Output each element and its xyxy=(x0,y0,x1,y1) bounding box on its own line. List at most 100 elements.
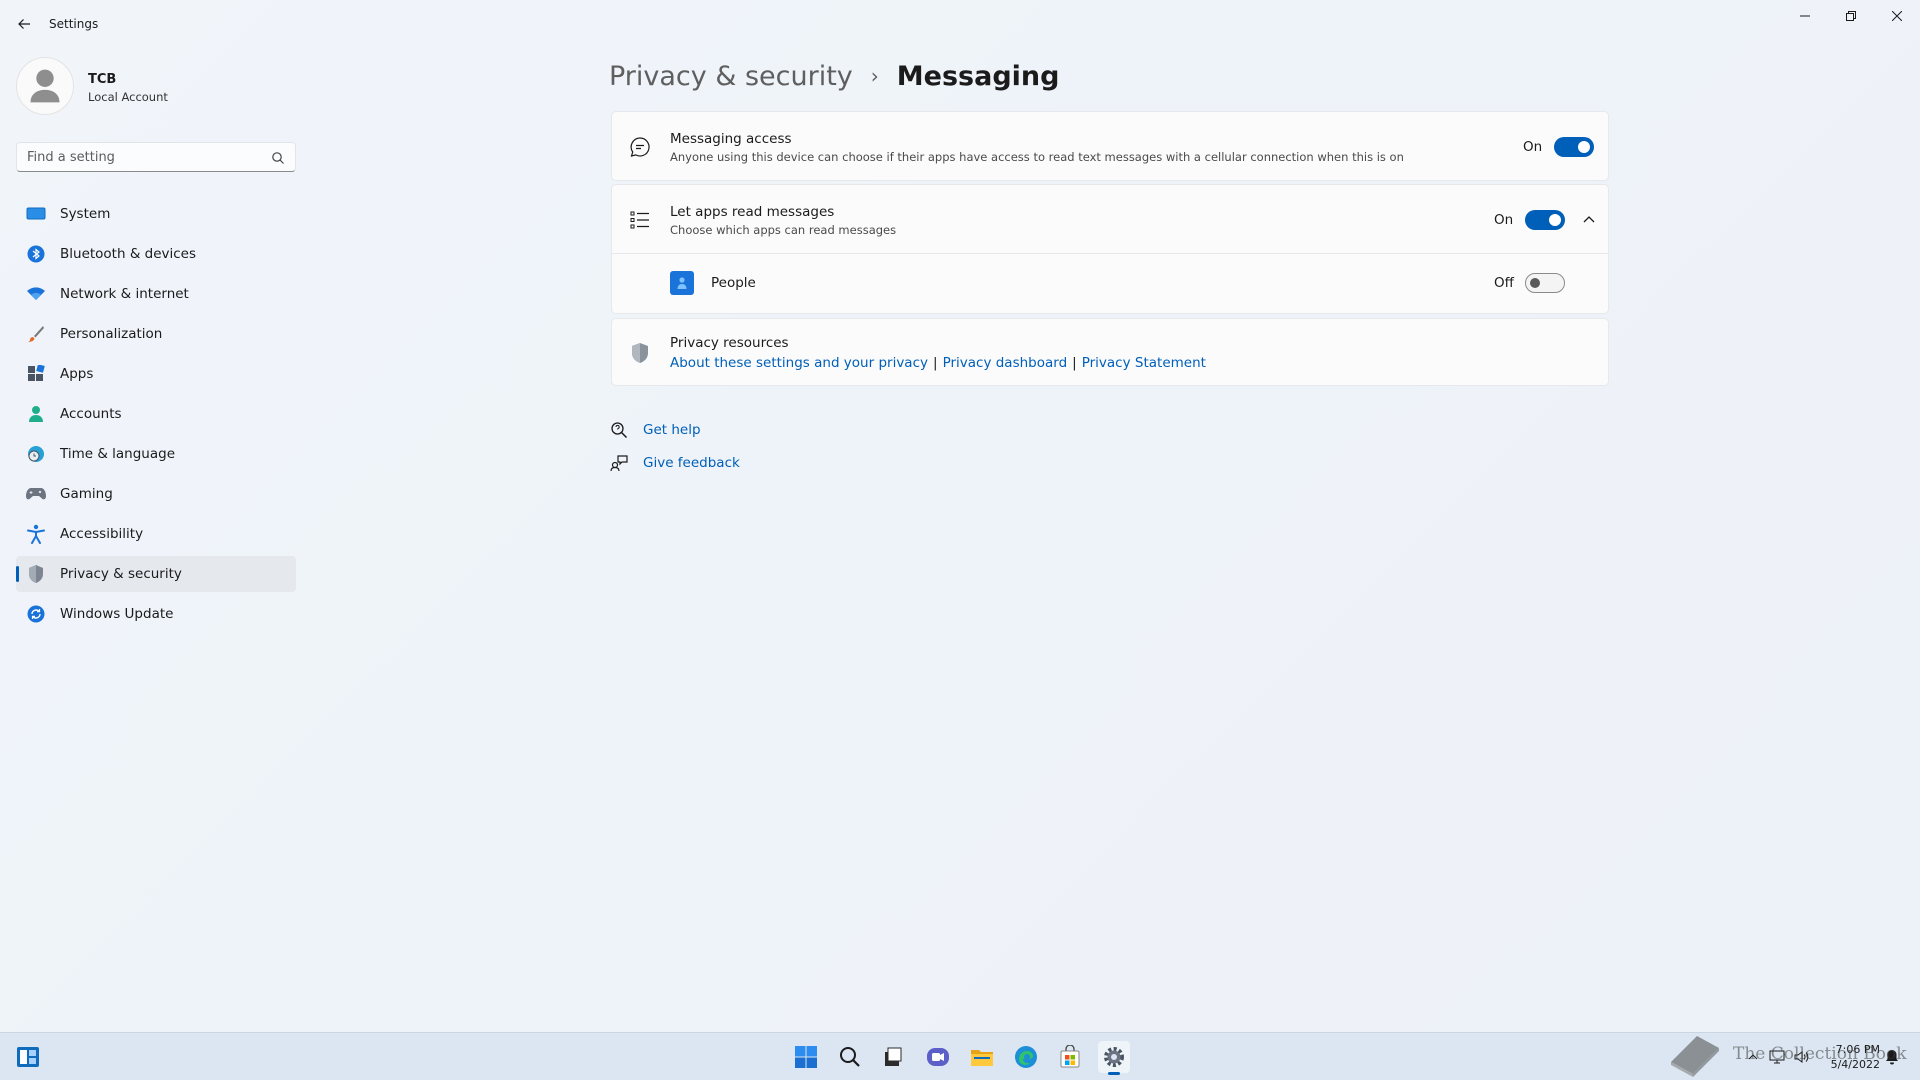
link-separator: | xyxy=(1072,355,1077,371)
apps-read-messages-title: Let apps read messages xyxy=(670,204,835,220)
help-search-icon xyxy=(609,420,629,440)
brush-icon xyxy=(26,324,46,344)
search-input[interactable] xyxy=(17,149,257,165)
folder-icon xyxy=(971,1050,993,1066)
tray-chevron-up-icon[interactable] xyxy=(1745,1049,1761,1065)
wifi-icon xyxy=(26,284,46,304)
task-view-button[interactable] xyxy=(876,1041,908,1073)
store-button[interactable] xyxy=(1054,1041,1086,1073)
page-title: Messaging xyxy=(896,60,1060,92)
give-feedback-link[interactable]: Give feedback xyxy=(643,455,740,471)
shield-icon xyxy=(628,341,652,365)
system-icon xyxy=(26,204,46,224)
chat-camera-icon xyxy=(927,1048,949,1066)
get-help-link[interactable]: Get help xyxy=(643,422,701,438)
file-explorer-button[interactable] xyxy=(966,1041,998,1073)
taskbar-search-button[interactable] xyxy=(834,1041,866,1073)
teams-chat-button[interactable] xyxy=(922,1041,954,1073)
clock-date: 5/4/2022 xyxy=(1830,1058,1880,1071)
app-title: Settings xyxy=(49,17,99,31)
close-button[interactable] xyxy=(1874,4,1920,28)
sidebar-nav: System Bluetooth & devices Network & int… xyxy=(16,196,296,636)
breadcrumb-parent-link[interactable]: Privacy & security xyxy=(609,61,853,92)
settings-taskbar-button[interactable] xyxy=(1098,1041,1130,1075)
gear-icon xyxy=(1104,1047,1124,1067)
apps-read-messages-toggle[interactable] xyxy=(1525,210,1565,230)
list-icon xyxy=(628,208,652,232)
about-settings-privacy-link[interactable]: About these settings and your privacy xyxy=(670,355,928,371)
apps-read-messages-card: Let apps read messages Choose which apps… xyxy=(611,184,1609,314)
sidebar-item-system[interactable]: System xyxy=(16,196,296,232)
privacy-statement-link[interactable]: Privacy Statement xyxy=(1082,355,1206,371)
sidebar-item-apps[interactable]: Apps xyxy=(16,356,296,392)
chevron-up-icon[interactable] xyxy=(1579,209,1599,229)
back-arrow-icon xyxy=(18,19,30,29)
privacy-resources-title: Privacy resources xyxy=(670,335,789,351)
search-icon xyxy=(840,1047,860,1067)
gamepad-icon xyxy=(26,484,46,504)
clock-time: 7:06 PM xyxy=(1835,1043,1880,1056)
breadcrumb-separator: › xyxy=(870,64,879,88)
edge-browser-button[interactable] xyxy=(1010,1041,1042,1073)
windows-logo-icon xyxy=(795,1046,817,1068)
settings-window: Settings TCB Local Account Find a settin… xyxy=(0,0,1920,1032)
messaging-access-title: Messaging access xyxy=(670,131,792,147)
bluetooth-icon xyxy=(26,244,46,264)
user-name: TCB xyxy=(88,72,117,87)
user-profile[interactable]: TCB Local Account xyxy=(16,57,296,117)
minimize-button[interactable] xyxy=(1782,4,1828,28)
sidebar-item-privacy-security[interactable]: Privacy & security xyxy=(16,556,296,592)
sidebar-item-network[interactable]: Network & internet xyxy=(16,276,296,312)
sidebar-item-personalization[interactable]: Personalization xyxy=(16,316,296,352)
widgets-icon xyxy=(17,1047,39,1067)
app-row-people: People Off xyxy=(612,254,1608,314)
privacy-resources-card: Privacy resources About these settings a… xyxy=(611,318,1609,386)
link-separator: | xyxy=(933,355,938,371)
globe-clock-icon xyxy=(26,444,46,464)
privacy-dashboard-link[interactable]: Privacy dashboard xyxy=(943,355,1068,371)
restore-button[interactable] xyxy=(1828,4,1874,28)
avatar xyxy=(16,57,74,115)
messaging-access-state: On xyxy=(1523,139,1543,155)
give-feedback-row[interactable]: Give feedback xyxy=(609,451,740,475)
apps-icon xyxy=(26,364,46,384)
get-help-row[interactable]: Get help xyxy=(609,418,701,442)
sidebar-item-windows-update[interactable]: Windows Update xyxy=(16,596,296,632)
chat-bubble-icon xyxy=(628,135,652,159)
user-account-type: Local Account xyxy=(88,90,168,104)
people-app-name: People xyxy=(711,275,756,291)
apps-read-messages-description: Choose which apps can read messages xyxy=(670,223,897,237)
back-button[interactable] xyxy=(12,12,36,36)
widgets-button[interactable] xyxy=(12,1041,44,1073)
taskbar-clock[interactable]: 7:06 PM 5/4/2022 xyxy=(1818,1042,1880,1072)
breadcrumb: Privacy & security › Messaging xyxy=(609,56,1059,96)
avatar-person-icon xyxy=(30,69,60,103)
update-icon xyxy=(26,604,46,624)
sidebar-item-bluetooth[interactable]: Bluetooth & devices xyxy=(16,236,296,272)
messaging-access-card: Messaging access Anyone using this devic… xyxy=(611,111,1609,181)
messaging-access-description: Anyone using this device can choose if t… xyxy=(670,150,1404,164)
taskbar: 7:06 PM 5/4/2022 xyxy=(0,1032,1920,1080)
sidebar-item-accessibility[interactable]: Accessibility xyxy=(16,516,296,552)
people-app-state: Off xyxy=(1494,275,1514,291)
search-box xyxy=(16,142,296,172)
people-app-icon xyxy=(670,271,694,295)
store-bag-icon xyxy=(1060,1045,1080,1068)
network-monitor-icon[interactable] xyxy=(1769,1049,1785,1065)
sidebar-item-time-language[interactable]: Time & language xyxy=(16,436,296,472)
notification-bell-icon[interactable] xyxy=(1885,1049,1901,1065)
minimize-icon xyxy=(1800,15,1810,17)
person-icon xyxy=(26,404,46,424)
sidebar-item-accounts[interactable]: Accounts xyxy=(16,396,296,432)
messaging-access-toggle[interactable] xyxy=(1554,137,1594,157)
sidebar-item-gaming[interactable]: Gaming xyxy=(16,476,296,512)
volume-icon[interactable] xyxy=(1793,1049,1809,1065)
people-app-toggle[interactable] xyxy=(1525,273,1565,293)
task-view-icon xyxy=(885,1047,902,1066)
apps-read-messages-state: On xyxy=(1494,212,1514,228)
accessibility-icon xyxy=(26,524,46,544)
privacy-links: About these settings and your privacy | … xyxy=(670,355,1206,371)
start-button[interactable] xyxy=(790,1041,822,1073)
search-icon[interactable] xyxy=(271,150,285,169)
restore-icon xyxy=(1846,11,1856,21)
